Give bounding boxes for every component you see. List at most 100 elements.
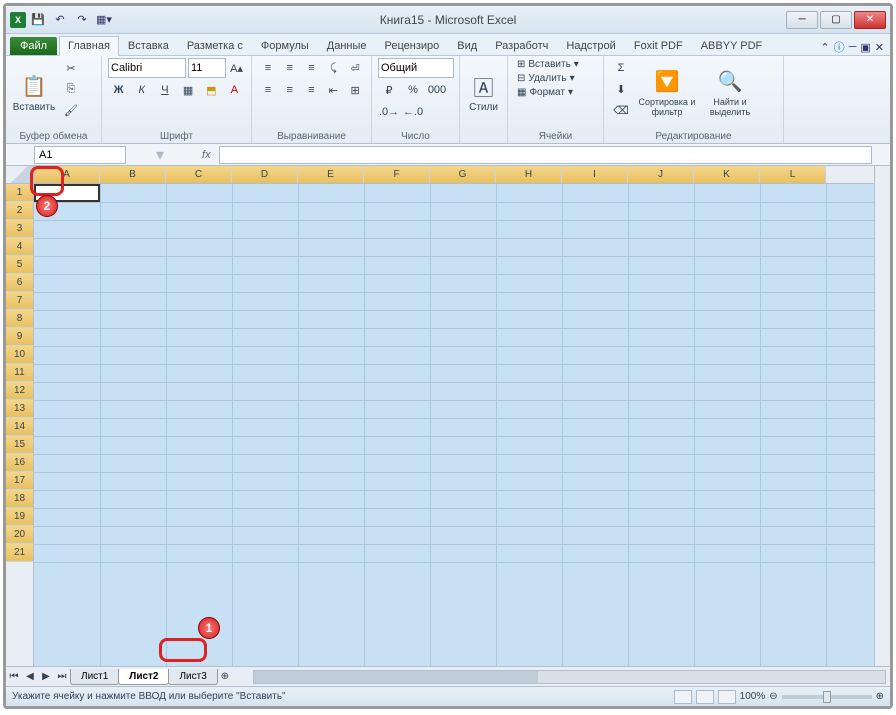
active-cell[interactable] — [34, 184, 100, 202]
tab-view[interactable]: Вид — [448, 36, 486, 55]
col-header[interactable]: G — [430, 166, 496, 183]
clear-button[interactable]: ⌫ — [610, 100, 632, 120]
tab-home[interactable]: Главная — [59, 36, 119, 56]
qat-redo-button[interactable]: ↷ — [72, 10, 92, 30]
tab-formulas[interactable]: Формулы — [252, 36, 318, 55]
wrap-text-button[interactable]: ⏎ — [345, 58, 365, 78]
vertical-scrollbar[interactable] — [874, 166, 890, 666]
row-header[interactable]: 13 — [6, 400, 33, 418]
merge-button[interactable]: ⊞ — [345, 80, 365, 100]
help-icon[interactable]: ⓘ — [834, 39, 845, 55]
paste-button[interactable]: 📋 Вставить — [12, 58, 56, 127]
row-header[interactable]: 3 — [6, 220, 33, 238]
align-bottom-button[interactable]: ≡ — [302, 58, 322, 78]
cells-grid[interactable] — [34, 184, 874, 666]
sheet-tab-1[interactable]: Лист1 — [70, 669, 119, 685]
new-sheet-button[interactable]: ⊕ — [217, 669, 233, 685]
maximize-button[interactable]: ▢ — [820, 11, 852, 29]
fx-icon[interactable]: fx — [194, 149, 219, 161]
row-header[interactable]: 7 — [6, 292, 33, 310]
increase-decimal-button[interactable]: .0→ — [378, 102, 400, 122]
copy-button[interactable]: ⎘ — [60, 79, 82, 99]
row-header[interactable]: 10 — [6, 346, 33, 364]
font-size-select[interactable] — [188, 58, 226, 78]
file-tab[interactable]: Файл — [10, 37, 57, 55]
currency-button[interactable]: ₽ — [378, 80, 400, 100]
tab-insert[interactable]: Вставка — [119, 36, 178, 55]
format-painter-button[interactable]: 🖌 — [60, 100, 82, 120]
tab-pagelayout[interactable]: Разметка с — [178, 36, 252, 55]
font-color-button[interactable]: A — [224, 80, 245, 100]
col-header[interactable]: L — [760, 166, 826, 183]
col-header[interactable]: C — [166, 166, 232, 183]
font-name-select[interactable] — [108, 58, 186, 78]
comma-button[interactable]: 000 — [426, 80, 448, 100]
row-header[interactable]: 12 — [6, 382, 33, 400]
mdi-close-icon[interactable]: ✕ — [875, 41, 884, 54]
row-header[interactable]: 11 — [6, 364, 33, 382]
insert-cells-button[interactable]: ⊞ Вставить ▾ — [514, 58, 582, 71]
sort-filter-button[interactable]: 🔽 Сортировка и фильтр — [636, 58, 698, 127]
col-header[interactable]: B — [100, 166, 166, 183]
col-header[interactable]: E — [298, 166, 364, 183]
row-header[interactable]: 16 — [6, 454, 33, 472]
normal-view-button[interactable] — [674, 690, 692, 704]
row-header[interactable]: 5 — [6, 256, 33, 274]
col-header[interactable]: J — [628, 166, 694, 183]
align-right-button[interactable]: ≡ — [302, 80, 322, 100]
row-header[interactable]: 21 — [6, 544, 33, 562]
orientation-button[interactable]: ⤹ — [323, 58, 343, 78]
row-header[interactable]: 2 — [6, 202, 33, 220]
sheet-tab-2[interactable]: Лист2 — [118, 669, 169, 685]
minimize-button[interactable]: ─ — [786, 11, 818, 29]
decrease-decimal-button[interactable]: ←.0 — [402, 102, 424, 122]
cut-button[interactable]: ✂ — [60, 58, 82, 78]
horizontal-scrollbar[interactable] — [253, 670, 886, 684]
row-header[interactable]: 17 — [6, 472, 33, 490]
percent-button[interactable]: % — [402, 80, 424, 100]
align-left-button[interactable]: ≡ — [258, 80, 278, 100]
autosum-button[interactable]: Σ — [610, 58, 632, 78]
styles-button[interactable]: 🄰 Стили — [466, 58, 501, 127]
row-header[interactable]: 4 — [6, 238, 33, 256]
sheet-nav-last[interactable]: ⏭ — [54, 669, 70, 685]
number-format-select[interactable] — [378, 58, 454, 78]
decrease-indent-button[interactable]: ⇤ — [323, 80, 343, 100]
align-center-button[interactable]: ≡ — [280, 80, 300, 100]
col-header[interactable]: D — [232, 166, 298, 183]
align-middle-button[interactable]: ≡ — [280, 58, 300, 78]
mdi-minimize-icon[interactable]: ─ — [849, 41, 857, 53]
row-header[interactable]: 14 — [6, 418, 33, 436]
tab-developer[interactable]: Разработч — [486, 36, 557, 55]
select-all-corner[interactable] — [6, 166, 33, 184]
tab-foxit[interactable]: Foxit PDF — [625, 36, 692, 55]
align-top-button[interactable]: ≡ — [258, 58, 278, 78]
col-header[interactable]: F — [364, 166, 430, 183]
name-box[interactable]: A1 — [34, 146, 126, 164]
format-cells-button[interactable]: ▦ Формат ▾ — [514, 86, 582, 99]
ribbon-minimize-icon[interactable]: ⌃ — [820, 41, 829, 54]
row-header[interactable]: 8 — [6, 310, 33, 328]
qat-customize-button[interactable]: ▦▾ — [94, 10, 114, 30]
page-layout-view-button[interactable] — [696, 690, 714, 704]
tab-abbyy[interactable]: ABBYY PDF — [692, 36, 772, 55]
underline-button[interactable]: Ч — [154, 80, 175, 100]
zoom-in-button[interactable]: ⊕ — [876, 691, 884, 702]
tab-review[interactable]: Рецензиро — [376, 36, 449, 55]
row-header[interactable]: 19 — [6, 508, 33, 526]
close-button[interactable]: ✕ — [854, 11, 886, 29]
delete-cells-button[interactable]: ⊟ Удалить ▾ — [514, 72, 582, 85]
row-header[interactable]: 20 — [6, 526, 33, 544]
tab-addins[interactable]: Надстрой — [557, 36, 624, 55]
find-select-button[interactable]: 🔍 Найти и выделить — [702, 58, 758, 127]
border-button[interactable]: ▦ — [178, 80, 199, 100]
mdi-restore-icon[interactable]: ▣ — [860, 41, 870, 54]
zoom-slider[interactable] — [782, 695, 872, 699]
col-header[interactable]: H — [496, 166, 562, 183]
tab-data[interactable]: Данные — [318, 36, 376, 55]
formula-input[interactable] — [219, 146, 872, 164]
bold-button[interactable]: Ж — [108, 80, 129, 100]
col-header[interactable]: I — [562, 166, 628, 183]
col-header[interactable]: A — [34, 166, 100, 183]
fill-color-button[interactable]: ⬒ — [201, 80, 222, 100]
